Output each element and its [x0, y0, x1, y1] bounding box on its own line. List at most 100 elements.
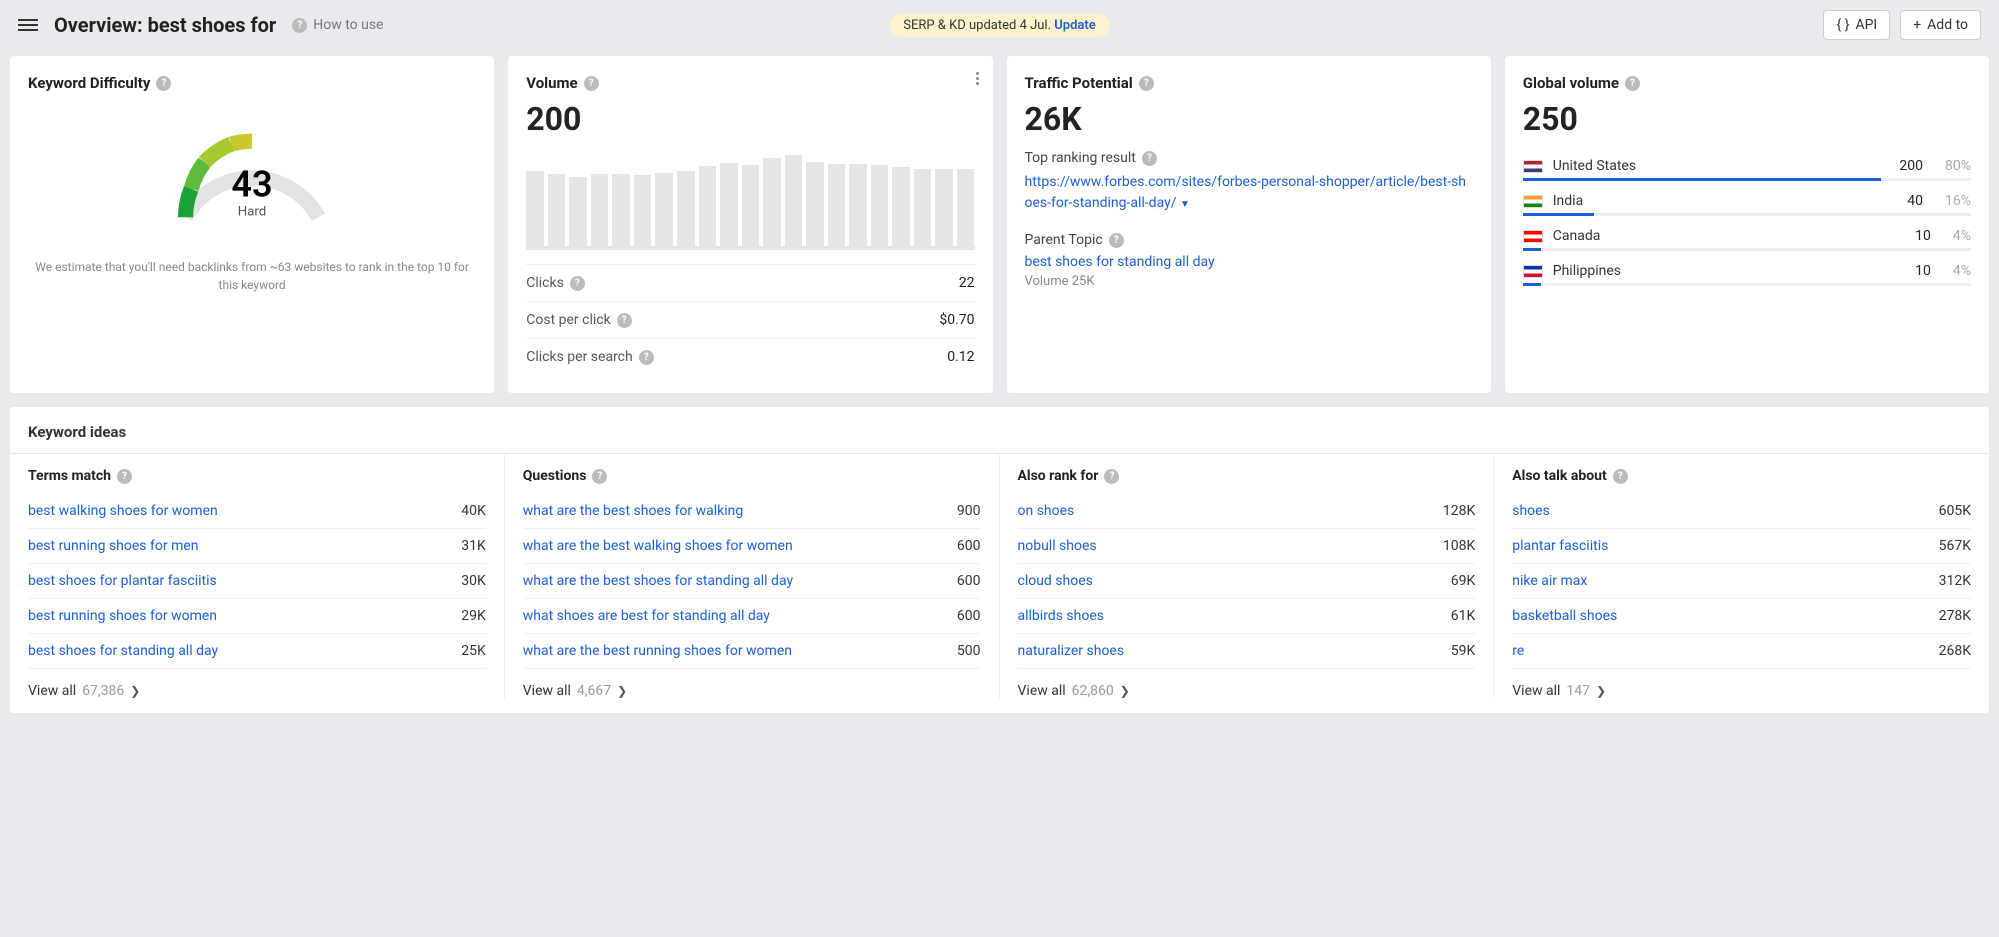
help-icon[interactable]: ? [584, 76, 599, 91]
country-row[interactable]: Philippines104% [1523, 255, 1971, 283]
top-result-link[interactable]: https://www.forbes.com/sites/forbes-pers… [1025, 174, 1467, 211]
idea-row: best running shoes for women29K [28, 599, 486, 634]
keyword-link[interactable]: best walking shoes for women [28, 503, 218, 519]
keyword-volume: 500 [957, 643, 981, 659]
keyword-volume: 61K [1451, 608, 1476, 624]
keyword-link[interactable]: plantar fasciitis [1512, 538, 1608, 554]
help-icon[interactable]: ? [1139, 76, 1154, 91]
keyword-link[interactable]: basketball shoes [1512, 608, 1617, 624]
ideas-column: Questions?what are the best shoes for wa… [505, 454, 1000, 699]
country-bar [1523, 178, 1971, 181]
keyword-link[interactable]: re [1512, 643, 1524, 659]
flag-icon [1523, 195, 1543, 208]
country-name: India [1553, 193, 1898, 209]
idea-row: allbirds shoes 61K [1018, 599, 1476, 634]
keyword-link[interactable]: best running shoes for men [28, 538, 199, 554]
keyword-link[interactable]: on shoes [1018, 503, 1075, 519]
keyword-volume: 600 [957, 538, 981, 554]
help-icon[interactable]: ? [570, 276, 585, 291]
api-button[interactable]: { } API [1823, 10, 1890, 40]
help-icon[interactable]: ? [1625, 76, 1640, 91]
idea-row: best running shoes for men31K [28, 529, 486, 564]
country-row[interactable]: India4016% [1523, 185, 1971, 213]
idea-row: best shoes for standing all day25K [28, 634, 486, 669]
help-icon[interactable]: ? [156, 76, 171, 91]
idea-row: what are the best shoes for standing all… [523, 564, 981, 599]
ideas-column: Also rank for?on shoes128Knobull shoes10… [1000, 454, 1495, 699]
plus-icon: + [1913, 17, 1921, 33]
keyword-link[interactable]: what are the best shoes for standing all… [523, 573, 793, 589]
global-value: 250 [1523, 100, 1971, 138]
keyword-link[interactable]: nobull shoes [1018, 538, 1097, 554]
keyword-volume: 600 [957, 573, 981, 589]
help-icon[interactable]: ? [639, 350, 654, 365]
keyword-volume: 108K [1443, 538, 1475, 554]
kebab-icon[interactable] [976, 72, 979, 85]
help-icon[interactable]: ? [1613, 469, 1628, 484]
traffic-value: 26K [1025, 100, 1473, 138]
idea-row: cloud shoes69K [1018, 564, 1476, 599]
parent-topic-volume: Volume 25K [1025, 274, 1473, 289]
view-all-link[interactable]: View all67,386❯ [28, 669, 486, 699]
flag-icon [1523, 230, 1543, 243]
country-bar [1523, 283, 1971, 286]
kd-gauge: 43 Hard [157, 100, 347, 230]
keyword-link[interactable]: allbirds shoes [1018, 608, 1104, 624]
keyword-volume: 40K [461, 503, 486, 519]
keyword-link[interactable]: what are the best shoes for walking [523, 503, 744, 519]
flag-icon [1523, 265, 1543, 278]
card-volume: Volume ? 200 Clicks? 22 Cost per click? … [508, 56, 992, 393]
help-icon[interactable]: ? [592, 469, 607, 484]
view-all-count: 67,386 [82, 683, 124, 699]
keyword-link[interactable]: cloud shoes [1018, 573, 1093, 589]
keyword-link[interactable]: shoes [1512, 503, 1550, 519]
country-value: 200 [1899, 158, 1923, 174]
chevron-down-icon[interactable]: ▼ [1180, 199, 1190, 210]
idea-row: what are the best walking shoes for wome… [523, 529, 981, 564]
country-value: 10 [1915, 228, 1931, 244]
country-row[interactable]: Canada104% [1523, 220, 1971, 248]
country-name: Canada [1553, 228, 1905, 244]
keyword-link[interactable]: nike air max [1512, 573, 1587, 589]
card-keyword-ideas: Keyword ideas Terms match?best walking s… [10, 407, 1989, 713]
help-icon[interactable]: ? [1104, 469, 1119, 484]
help-icon[interactable]: ? [617, 313, 632, 328]
ideas-column: Terms match?best walking shoes for women… [10, 454, 505, 699]
parent-topic-link[interactable]: best shoes for standing all day [1025, 254, 1215, 270]
help-icon[interactable]: ? [1109, 233, 1124, 248]
idea-row: best walking shoes for women 40K [28, 494, 486, 529]
menu-icon[interactable] [18, 19, 38, 31]
keyword-link[interactable]: what are the best running shoes for wome… [523, 643, 792, 659]
view-all-link[interactable]: View all62,860❯ [1018, 669, 1476, 699]
svg-text:Hard: Hard [238, 204, 267, 219]
how-to-use-label: How to use [313, 17, 383, 33]
cps-row: Clicks per search? 0.12 [526, 338, 974, 375]
keyword-volume: 567K [1939, 538, 1971, 554]
help-icon[interactable]: ? [1142, 151, 1157, 166]
idea-row: nike air max312K [1512, 564, 1971, 599]
keyword-link[interactable]: what shoes are best for standing all day [523, 608, 770, 624]
keyword-link[interactable]: best shoes for plantar fasciitis [28, 573, 217, 589]
ideas-header: Keyword ideas [10, 407, 1989, 453]
add-to-button[interactable]: + Add to [1900, 10, 1981, 40]
country-value: 40 [1907, 193, 1923, 209]
card-keyword-difficulty: Keyword Difficulty ? 43 Hard We estimate… [10, 56, 494, 393]
keyword-link[interactable]: what are the best walking shoes for wome… [523, 538, 793, 554]
help-icon[interactable]: ? [117, 469, 132, 484]
keyword-volume: 278K [1939, 608, 1971, 624]
view-all-link[interactable]: View all4,667❯ [523, 669, 981, 699]
chevron-right-icon: ❯ [1596, 684, 1606, 698]
country-value: 10 [1915, 263, 1931, 279]
idea-row: what shoes are best for standing all day… [523, 599, 981, 634]
idea-row: nobull shoes 108K [1018, 529, 1476, 564]
keyword-link[interactable]: best shoes for standing all day [28, 643, 218, 659]
keyword-link[interactable]: best running shoes for women [28, 608, 217, 624]
country-bar [1523, 248, 1971, 251]
keyword-link[interactable]: naturalizer shoes [1018, 643, 1125, 659]
view-all-link[interactable]: View all147❯ [1512, 669, 1971, 699]
country-percent: 80% [1945, 158, 1971, 174]
view-all-count: 147 [1566, 683, 1590, 699]
country-row[interactable]: United States20080% [1523, 150, 1971, 178]
how-to-use-link[interactable]: ? How to use [292, 17, 383, 33]
update-link[interactable]: Update [1054, 18, 1096, 33]
